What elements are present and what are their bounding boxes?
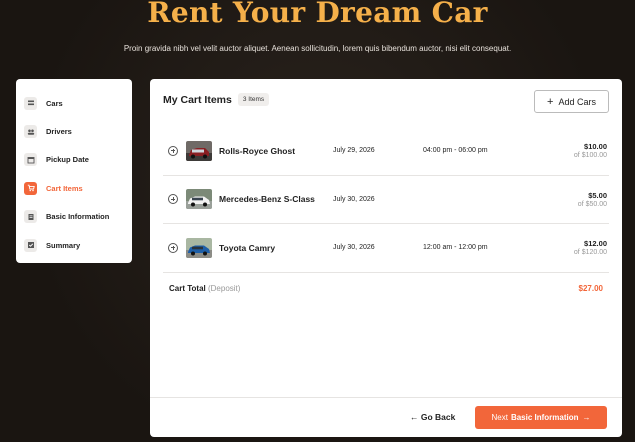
users-icon bbox=[24, 125, 37, 139]
panel-footer: ← Go Back Next Basic Information → bbox=[150, 397, 622, 437]
next-step-label: Basic Information bbox=[510, 413, 579, 422]
car-name: Mercedes-Benz S-Class bbox=[219, 194, 315, 205]
price-block: $5.00 of $50.00 bbox=[578, 191, 607, 208]
cart-icon bbox=[24, 181, 37, 195]
rental-time: 12:00 am - 12:00 pm bbox=[423, 244, 488, 252]
arrow-right-icon: → bbox=[582, 413, 591, 422]
car-thumbnail bbox=[186, 140, 212, 161]
sidebar-item-label: Cars bbox=[46, 98, 63, 108]
deposit-price: $12.00 bbox=[584, 239, 607, 249]
full-price: of $120.00 bbox=[573, 249, 607, 257]
price-block: $10.00 of $100.00 bbox=[574, 142, 607, 159]
full-price: of $100.00 bbox=[573, 152, 607, 160]
price-block: $12.00 of $120.00 bbox=[574, 239, 607, 256]
expand-icon[interactable] bbox=[168, 194, 178, 205]
cart-row: Toyota Camry July 30, 2026 12:00 am - 12… bbox=[163, 224, 609, 273]
cart-total-note: (Deposit) bbox=[207, 284, 241, 293]
sidebar-item-drivers[interactable]: Drivers bbox=[24, 117, 124, 145]
page-title: My Cart Items bbox=[163, 93, 232, 106]
sidebar-item-label: Pickup Date bbox=[46, 155, 89, 165]
rental-time: 04:00 pm - 06:00 pm bbox=[423, 147, 488, 155]
sidebar-item-label: Drivers bbox=[46, 127, 72, 137]
sidebar-item-basic-information[interactable]: Basic Information bbox=[24, 203, 124, 231]
cart-row: Rolls-Royce Ghost July 29, 2026 04:00 pm… bbox=[163, 127, 609, 176]
add-cars-button[interactable]: + Add Cars bbox=[534, 90, 609, 113]
calendar-icon bbox=[24, 153, 37, 167]
sidebar-item-cars[interactable]: Cars bbox=[24, 89, 124, 117]
car-thumbnail bbox=[186, 189, 212, 210]
cart-panel: My Cart Items 3 Items + Add Cars Rolls-R… bbox=[150, 79, 622, 437]
next-basic-information-button[interactable]: Next Basic Information → bbox=[475, 406, 607, 429]
expand-icon[interactable] bbox=[168, 145, 178, 156]
checklist-icon bbox=[24, 238, 37, 252]
full-price: of $50.00 bbox=[577, 200, 607, 208]
cart-total-text: Cart Total bbox=[169, 284, 206, 293]
car-name: Rolls-Royce Ghost bbox=[219, 145, 296, 156]
sidebar-item-label: Basic Information bbox=[46, 212, 110, 222]
hero-subtitle: Proin gravida nibh vel velit auctor aliq… bbox=[123, 44, 512, 53]
cart-header: My Cart Items 3 Items bbox=[163, 93, 270, 106]
sidebar-item-label: Summary bbox=[46, 240, 81, 250]
cart-total: Cart Total (Deposit) $27.00 bbox=[169, 284, 603, 293]
rental-date: July 29, 2026 bbox=[333, 147, 375, 155]
sidebar-item-summary[interactable]: Summary bbox=[24, 231, 124, 259]
sidebar-item-label: Cart Items bbox=[46, 183, 83, 193]
sidebar-item-cart-items[interactable]: Cart Items bbox=[24, 174, 124, 202]
cart-row: Mercedes-Benz S-Class July 30, 2026 $5.0… bbox=[163, 176, 609, 224]
car-thumbnail bbox=[186, 237, 212, 258]
go-back-button[interactable]: ← Go Back bbox=[410, 412, 455, 422]
deposit-price: $10.00 bbox=[584, 142, 607, 152]
car-list-icon bbox=[24, 96, 37, 110]
deposit-price: $5.00 bbox=[588, 190, 607, 200]
plus-icon: + bbox=[547, 95, 554, 108]
count-badge: 3 Items bbox=[237, 93, 270, 106]
sidebar-item-pickup-date[interactable]: Pickup Date bbox=[24, 146, 124, 174]
rental-date: July 30, 2026 bbox=[333, 244, 375, 252]
expand-icon[interactable] bbox=[168, 242, 178, 253]
cart-total-label: Cart Total (Deposit) bbox=[169, 284, 240, 293]
document-icon bbox=[24, 210, 37, 224]
add-cars-label: Add Cars bbox=[558, 96, 596, 107]
hero-title: Rent Your Dream Car bbox=[147, 0, 488, 29]
steps-sidebar: Cars Drivers Pickup Date Cart Items Basi… bbox=[16, 79, 132, 263]
next-prefix: Next bbox=[491, 413, 508, 422]
cart-items-list: Rolls-Royce Ghost July 29, 2026 04:00 pm… bbox=[163, 127, 609, 273]
cart-total-value: $27.00 bbox=[578, 284, 603, 293]
car-name: Toyota Camry bbox=[219, 242, 276, 253]
rental-date: July 30, 2026 bbox=[333, 195, 375, 203]
